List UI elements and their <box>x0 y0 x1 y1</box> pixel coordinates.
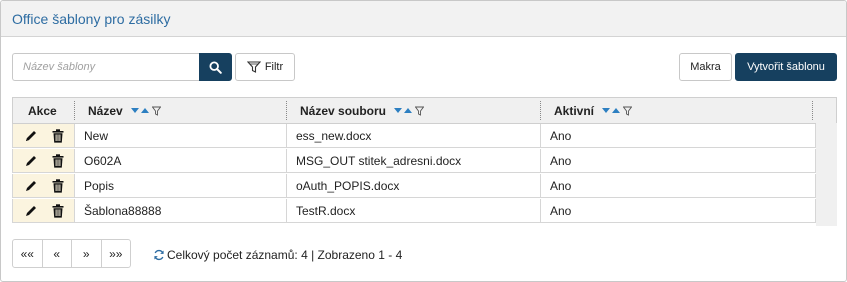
search-icon <box>209 60 222 74</box>
search-input[interactable] <box>12 53 200 81</box>
table-row[interactable]: Popis oAuth_POPIS.docx Ano <box>12 174 816 198</box>
cell-name: New <box>84 128 109 143</box>
trash-icon[interactable] <box>50 153 66 169</box>
column-separator[interactable] <box>812 101 813 120</box>
row-actions <box>13 199 75 222</box>
column-header-aktivni[interactable]: Aktivní <box>554 98 633 123</box>
row-actions <box>13 174 75 197</box>
makra-button[interactable]: Makra <box>679 53 732 81</box>
trash-icon[interactable] <box>50 178 66 194</box>
edit-icon[interactable] <box>23 153 39 169</box>
edit-icon[interactable] <box>23 128 39 144</box>
next-page-button[interactable]: » <box>72 240 102 267</box>
last-page-button[interactable]: »» <box>102 240 131 267</box>
search-box <box>12 53 232 81</box>
edit-icon[interactable] <box>23 203 39 219</box>
first-page-button[interactable]: «« <box>13 240 43 267</box>
column-header-akce: Akce <box>28 103 57 118</box>
sort-icon[interactable] <box>602 106 633 116</box>
prev-page-button[interactable]: « <box>43 240 72 267</box>
cell-name: Popis <box>84 178 115 193</box>
cell-file: oAuth_POPIS.docx <box>296 178 400 193</box>
column-filter-icon[interactable] <box>415 106 425 116</box>
row-actions <box>13 124 75 147</box>
record-status: Celkový počet záznamů: 4 | Zobrazeno 1 -… <box>153 248 402 262</box>
panel-header: Office šablony pro zásilky <box>1 1 846 37</box>
column-separator[interactable] <box>540 101 541 120</box>
makra-button-label: Makra <box>690 61 721 73</box>
cell-active: Ano <box>550 153 572 168</box>
templates-panel: Office šablony pro zásilky Filtr Makra V… <box>0 0 847 282</box>
pagination: «« « » »» <box>12 239 131 268</box>
filter-button-label: Filtr <box>264 61 284 73</box>
table-scroll-gutter <box>816 123 837 226</box>
create-template-button[interactable]: Vytvořit šablonu <box>735 53 837 81</box>
filter-icon <box>246 61 261 73</box>
column-header-nazev-souboru[interactable]: Název souboru <box>300 98 425 123</box>
cell-active: Ano <box>550 128 572 143</box>
filter-button[interactable]: Filtr <box>235 53 295 81</box>
panel-title: Office šablony pro zásilky <box>12 11 171 27</box>
table-row[interactable]: Šablona88888 TestR.docx Ano <box>12 199 816 223</box>
record-status-text: Celkový počet záznamů: 4 | Zobrazeno 1 -… <box>167 248 403 262</box>
search-button[interactable] <box>199 53 232 81</box>
column-header-nazev[interactable]: Název <box>88 98 161 123</box>
cell-file: TestR.docx <box>296 203 356 218</box>
cell-file: ess_new.docx <box>296 128 372 143</box>
trash-icon[interactable] <box>50 128 66 144</box>
templates-table: Akce Název Název souboru Aktivní New ess… <box>12 97 837 226</box>
column-filter-icon[interactable] <box>623 106 633 116</box>
sort-icon[interactable] <box>130 106 161 116</box>
refresh-icon[interactable] <box>153 249 165 261</box>
cell-file: MSG_OUT stitek_adresni.docx <box>296 153 462 168</box>
edit-icon[interactable] <box>23 178 39 194</box>
table-row[interactable]: New ess_new.docx Ano <box>12 124 816 148</box>
column-separator[interactable] <box>74 101 75 120</box>
table-header: Akce Název Název souboru Aktivní <box>12 97 837 124</box>
column-separator[interactable] <box>286 101 287 120</box>
trash-icon[interactable] <box>50 203 66 219</box>
create-template-button-label: Vytvořit šablonu <box>747 61 825 73</box>
table-row[interactable]: O602A MSG_OUT stitek_adresni.docx Ano <box>12 149 816 173</box>
row-actions <box>13 149 75 172</box>
sort-icon[interactable] <box>394 106 425 116</box>
cell-active: Ano <box>550 203 572 218</box>
cell-active: Ano <box>550 178 572 193</box>
column-filter-icon[interactable] <box>151 106 161 116</box>
cell-name: Šablona88888 <box>84 203 162 218</box>
cell-name: O602A <box>84 153 122 168</box>
